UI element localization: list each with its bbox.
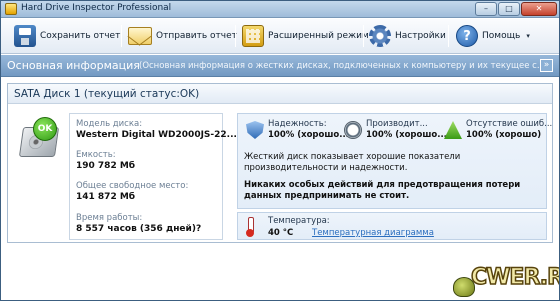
reliability-label: Надежность: — [268, 119, 327, 129]
save-icon — [14, 25, 36, 47]
send-report-button[interactable]: Отправить отчет — [125, 22, 240, 50]
capacity-field: Емкость: 190 782 Мб — [76, 150, 135, 171]
gauge-icon — [344, 121, 362, 139]
health-status-box: Надежность: 100% (хорошо... Производит..… — [237, 113, 552, 209]
advanced-mode-label: Расширенный режим — [268, 31, 369, 41]
health-recommendation: Никаких особых действий для предотвращен… — [244, 180, 521, 201]
errors-label: Отсутствие ошиб... — [466, 119, 553, 129]
maximize-button[interactable]: □ — [498, 2, 520, 16]
ok-status-icon: OK — [33, 117, 57, 141]
toolbar-separator — [448, 25, 449, 47]
section-title: Основная информация — [7, 59, 140, 72]
disk-panel-header: SATA Диск 1 (текущий статус:OK) — [8, 84, 552, 104]
expand-button[interactable]: » — [540, 59, 553, 72]
help-label: Помощь — [482, 31, 521, 41]
mail-icon — [128, 27, 152, 45]
capacity-value: 190 782 Мб — [76, 161, 136, 171]
app-window: Hard Drive Inspector Professional – □ ✕ … — [0, 0, 560, 301]
section-subtitle: (Основная информация о жестких дисках, п… — [139, 61, 545, 71]
health-message: Жесткий диск показывает хорошие показате… — [244, 152, 461, 173]
toolbar-separator — [121, 25, 122, 47]
free-space-value: 141 872 Мб — [76, 192, 136, 202]
settings-label: Настройки — [395, 31, 446, 41]
thermometer-icon — [246, 217, 254, 237]
reliability-value: 100% (хорошо... — [268, 130, 349, 140]
chevron-down-icon: ▾ — [526, 32, 530, 40]
send-report-label: Отправить отчет — [156, 31, 237, 41]
minimize-button[interactable]: – — [475, 2, 497, 16]
disk-model-value: Western Digital WD2000JS-22... — [76, 130, 237, 140]
watermark-text: CWER.RU — [470, 264, 559, 291]
temperature-chart-link[interactable]: Температурная диаграмма — [312, 228, 434, 238]
disk-title: SATA Диск 1 (текущий статус:OK) — [14, 88, 200, 100]
gear-icon — [369, 25, 391, 47]
app-icon — [5, 3, 17, 15]
save-report-button[interactable]: Сохранить отчет — [11, 22, 123, 50]
toolbar-separator — [235, 25, 236, 47]
temperature-label: Температура: — [268, 216, 330, 226]
hard-disk-icon: OK — [18, 117, 63, 159]
section-header: Основная информация (Основная информация… — [1, 55, 559, 77]
disk-model-field: Модель диска: Western Digital WD2000JS-2… — [76, 119, 237, 140]
window-title: Hard Drive Inspector Professional — [21, 3, 172, 13]
save-report-label: Сохранить отчет — [40, 31, 121, 41]
close-button[interactable]: ✕ — [521, 2, 557, 16]
settings-button[interactable]: Настройки — [366, 22, 449, 50]
disk-model-label: Модель диска: — [76, 119, 143, 129]
advanced-mode-button[interactable]: Расширенный режим — [239, 22, 372, 50]
title-bar[interactable]: Hard Drive Inspector Professional – □ ✕ — [1, 1, 559, 18]
free-space-field: Общее свободное место: 141 872 Мб — [76, 181, 188, 202]
grid-icon — [242, 25, 264, 47]
free-space-label: Общее свободное место: — [76, 181, 189, 191]
window-controls: – □ ✕ — [475, 2, 557, 16]
errors-value: 100% (хорошо) — [466, 130, 542, 140]
capacity-label: Емкость: — [76, 150, 116, 160]
watermark-logo: CWER.RU — [451, 259, 559, 300]
uptime-field: Время работы: 8 557 часов (356 дней)? — [76, 213, 201, 234]
toolbar: Сохранить отчет Отправить отчет Расширен… — [1, 19, 559, 54]
uptime-label: Время работы: — [76, 213, 143, 223]
uptime-value: 8 557 часов (356 дней)? — [76, 224, 202, 234]
shield-icon — [246, 121, 264, 139]
help-icon: ? — [456, 25, 478, 47]
performance-label: Производит... — [366, 119, 428, 129]
disk-info-box: Модель диска: Western Digital WD2000JS-2… — [69, 113, 237, 240]
help-button[interactable]: ? Помощь ▾ — [453, 22, 533, 50]
temperature-box: Температура: 40 °C Температурная диаграм… — [237, 212, 547, 240]
toolbar-separator — [363, 25, 364, 47]
performance-value: 100% (хорошо... — [366, 130, 447, 140]
temperature-value: 40 °C — [268, 228, 294, 238]
